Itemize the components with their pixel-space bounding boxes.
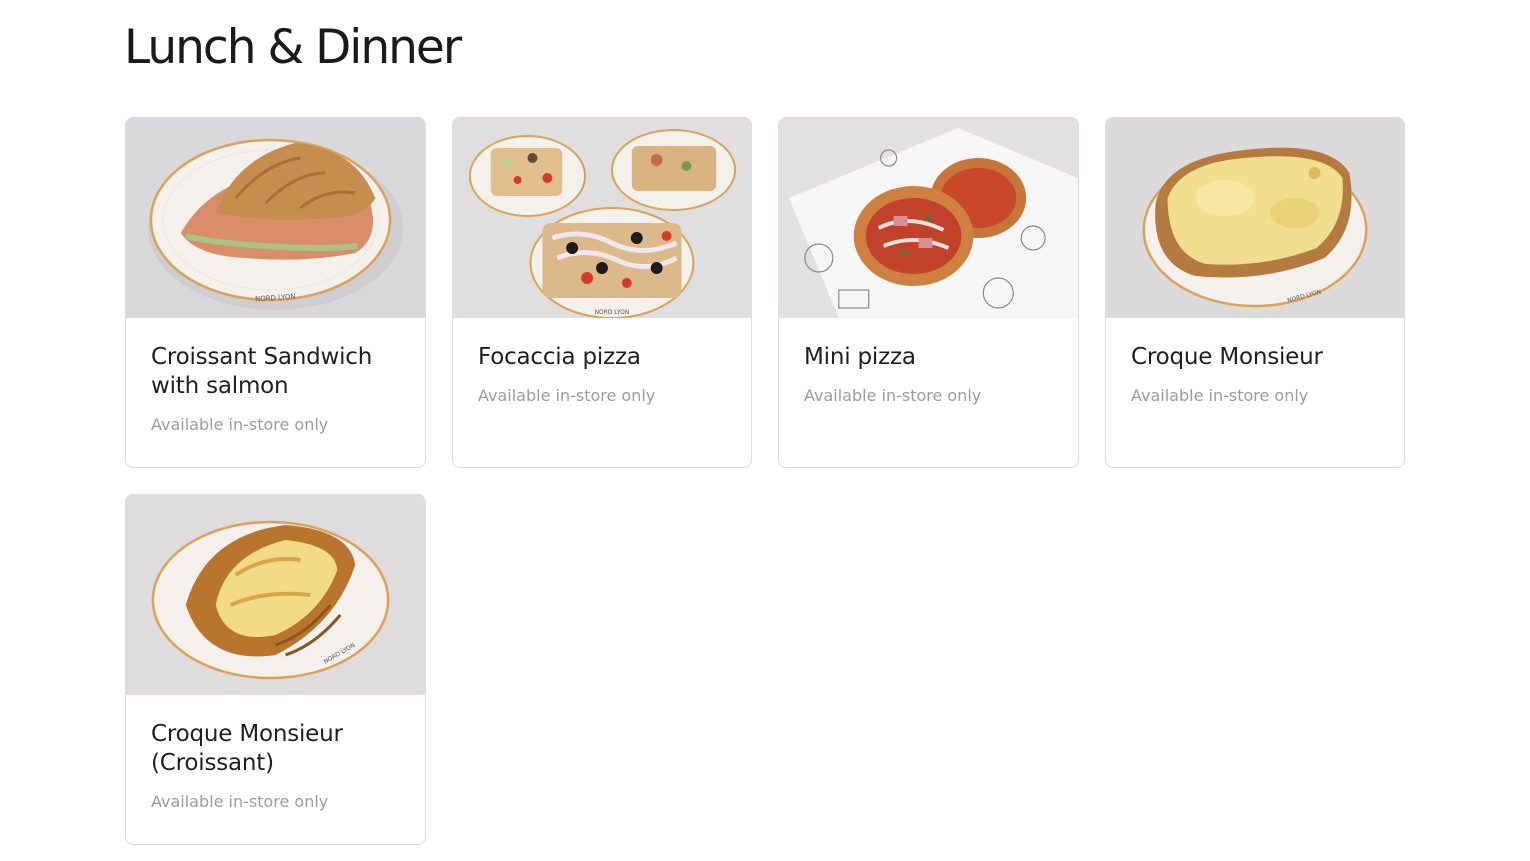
croissant-salmon-sandwich-photo: NORD LYON: [126, 118, 425, 318]
mini-pizza-photo: [779, 118, 1078, 318]
item-availability: Available in-store only: [151, 415, 329, 434]
svg-text:NORD LYON: NORD LYON: [595, 309, 630, 316]
item-title: Croissant Sandwich with salmon: [151, 344, 373, 399]
card-body: Mini pizza Available in-store only: [779, 318, 1078, 406]
item-availability: Available in-store only: [804, 386, 982, 405]
card-body: Croque Monsieur (Croissant) Available in…: [126, 695, 425, 812]
croque-monsieur-croissant-photo: NORD LYON: [126, 495, 425, 695]
focaccia-pizza-photo: NORD LYON: [453, 118, 751, 318]
menu-item-card[interactable]: NORD LYON Croissant Sandwich with salmon…: [125, 117, 426, 468]
card-body: Croissant Sandwich with salmon Available…: [126, 318, 425, 435]
menu-item-card[interactable]: NORD LYON Focaccia pizza Available in-st…: [452, 117, 752, 468]
croque-monsieur-photo: NORD LYON: [1106, 118, 1404, 318]
card-body: Croque Monsieur Available in-store only: [1106, 318, 1404, 406]
item-availability: Available in-store only: [151, 792, 329, 811]
lunch-dinner-page: Lunch & Dinner NORD LYON Croissant Sandw…: [0, 0, 1530, 861]
section-title: Lunch & Dinner: [124, 20, 462, 75]
item-title: Mini pizza: [804, 344, 916, 370]
menu-grid: NORD LYON Croissant Sandwich with salmon…: [125, 117, 1406, 845]
item-availability: Available in-store only: [478, 386, 656, 405]
menu-item-card[interactable]: NORD LYON Croque Monsieur Available in-s…: [1105, 117, 1405, 468]
item-title: Croque Monsieur: [1131, 344, 1323, 370]
menu-item-card[interactable]: NORD LYON Croque Monsieur (Croissant) Av…: [125, 494, 426, 845]
item-title: Focaccia pizza: [478, 344, 641, 370]
card-body: Focaccia pizza Available in-store only: [453, 318, 751, 406]
item-availability: Available in-store only: [1131, 386, 1309, 405]
menu-item-card[interactable]: Mini pizza Available in-store only: [778, 117, 1079, 468]
item-title: Croque Monsieur (Croissant): [151, 721, 343, 776]
